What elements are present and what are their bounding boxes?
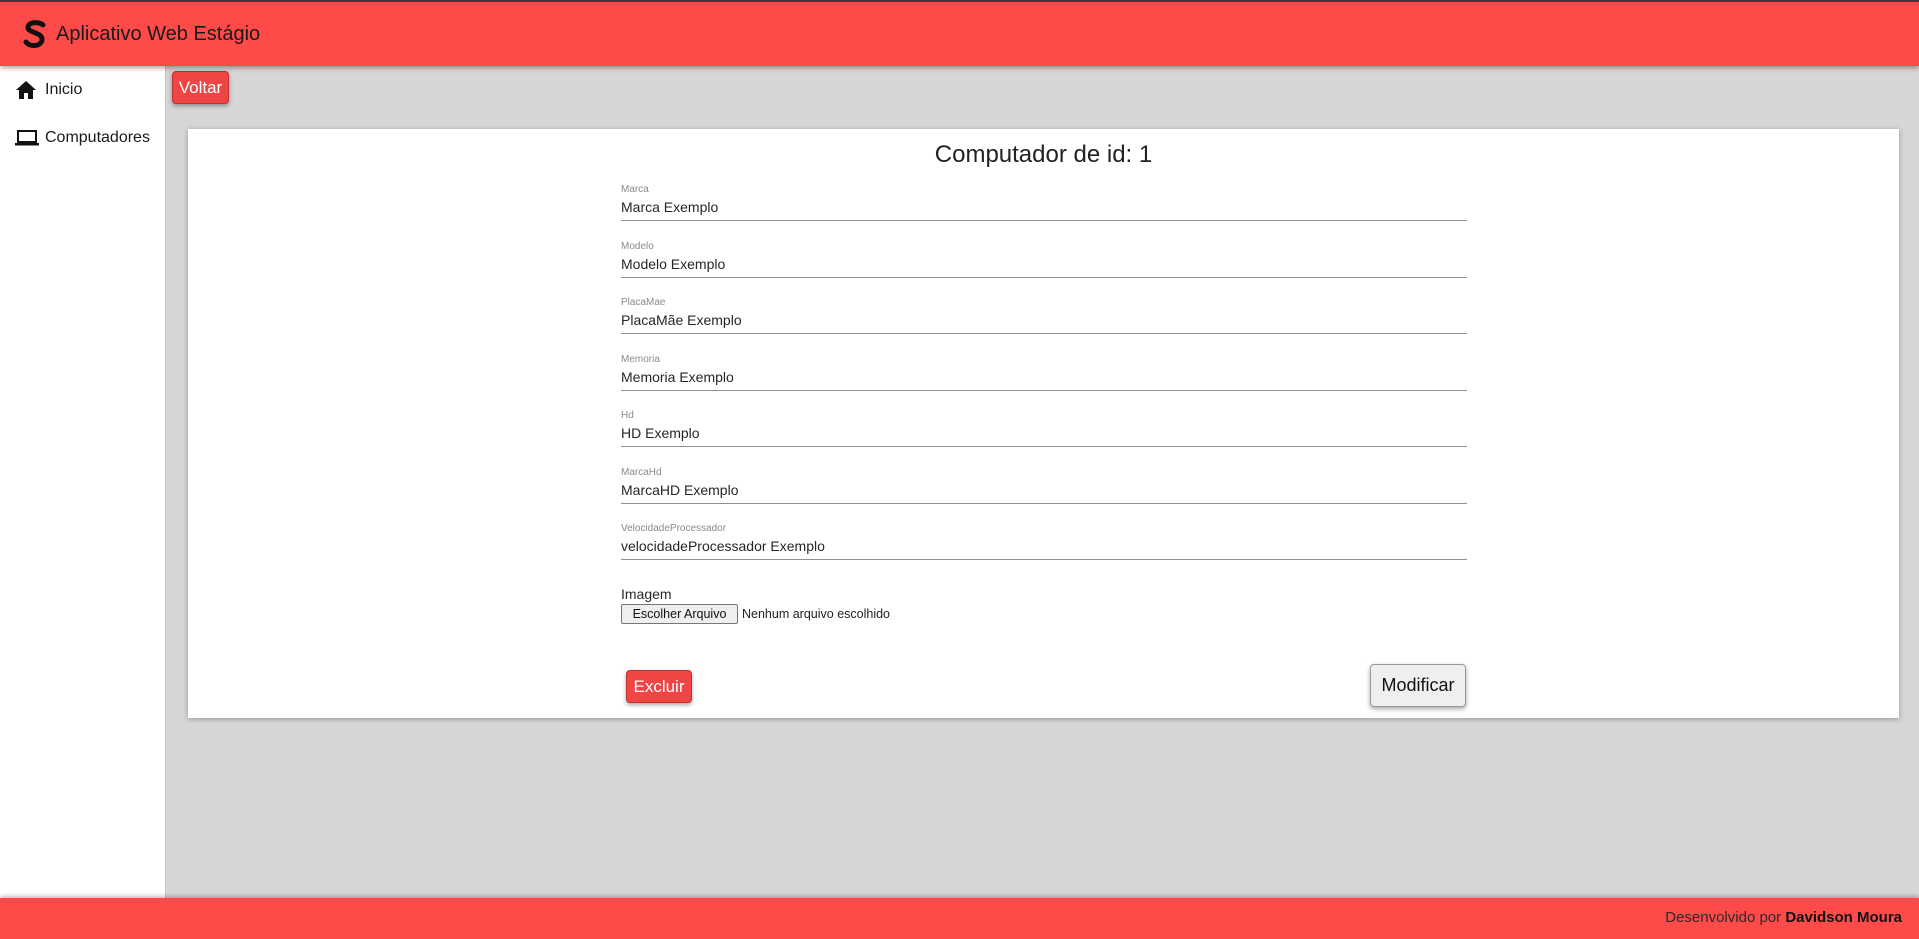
modify-button[interactable]: Modificar — [1370, 664, 1466, 707]
field-label: Hd — [621, 410, 634, 421]
field-underline — [621, 333, 1467, 334]
field-underline — [621, 502, 1467, 504]
back-button[interactable]: Voltar — [172, 71, 229, 104]
field-label: MarcaHd — [621, 466, 662, 478]
field-underline — [621, 220, 1467, 221]
field-value[interactable]: Memoria Exemplo — [621, 369, 734, 385]
page-title: Computador de id: 1 — [934, 141, 1153, 168]
sidebar: Inicio Computadores — [0, 66, 166, 898]
delete-button[interactable]: Excluir — [626, 670, 692, 703]
placamae-field[interactable]: PlacaMae PlacaMãe Exemplo — [621, 297, 1467, 354]
image-label: Imagem — [621, 586, 672, 602]
sidebar-item-inicio[interactable]: Inicio — [0, 66, 165, 114]
footer-credit: Desenvolvido por Davidson Moura — [1665, 909, 1902, 926]
field-label: Modelo — [621, 240, 654, 252]
field-underline — [621, 559, 1467, 560]
field-underline — [621, 389, 1467, 391]
sidebar-item-label: Computadores — [45, 129, 150, 146]
memoria-field[interactable]: Memoria Memoria Exemplo — [621, 354, 1467, 411]
choose-file-button[interactable]: Escolher Arquivo — [621, 604, 738, 624]
app-footer: Desenvolvido por Davidson Moura — [0, 898, 1919, 939]
field-label: PlacaMae — [621, 297, 666, 308]
field-value[interactable]: MarcaHD Exemplo — [621, 482, 738, 498]
image-file-input[interactable]: Escolher Arquivo Nenhum arquivo escolhid… — [621, 604, 890, 624]
computer-detail-card: Computador de id: 1 Marca Marca Exemplo … — [188, 129, 1899, 718]
app-logo-icon — [22, 17, 48, 51]
field-underline — [621, 446, 1467, 447]
field-label: VelocidadeProcessador — [621, 523, 727, 534]
app-title: Aplicativo Web Estágio — [56, 22, 261, 45]
hd-field[interactable]: Hd HD Exemplo — [621, 410, 1467, 467]
computer-form: Marca Marca Exemplo Modelo Modelo Exempl… — [621, 184, 1467, 580]
field-value[interactable]: HD Exemplo — [621, 425, 700, 441]
marca-field[interactable]: Marca Marca Exemplo — [621, 184, 1467, 241]
app-header: Aplicativo Web Estágio — [0, 0, 1919, 66]
field-value[interactable]: velocidadeProcessador Exemplo — [621, 538, 825, 554]
field-label: Memoria — [621, 353, 660, 365]
footer-author: Davidson Moura — [1785, 909, 1902, 926]
file-status: Nenhum arquivo escolhido — [742, 607, 891, 621]
field-value[interactable]: Marca Exemplo — [621, 199, 718, 215]
field-label: Marca — [621, 184, 649, 195]
footer-prefix: Desenvolvido por — [1665, 909, 1786, 926]
sidebar-item-computadores[interactable]: Computadores — [0, 114, 165, 162]
velocidade-processador-field[interactable]: VelocidadeProcessador velocidadeProcessa… — [621, 523, 1467, 580]
laptop-icon — [15, 127, 41, 149]
field-value[interactable]: PlacaMãe Exemplo — [621, 312, 742, 328]
field-value[interactable]: Modelo Exemplo — [621, 256, 725, 272]
field-underline — [621, 276, 1467, 278]
home-icon — [15, 79, 41, 101]
modelo-field[interactable]: Modelo Modelo Exemplo — [621, 241, 1467, 298]
marcahd-field[interactable]: MarcaHd MarcaHD Exemplo — [621, 467, 1467, 524]
sidebar-item-label: Inicio — [45, 81, 83, 98]
